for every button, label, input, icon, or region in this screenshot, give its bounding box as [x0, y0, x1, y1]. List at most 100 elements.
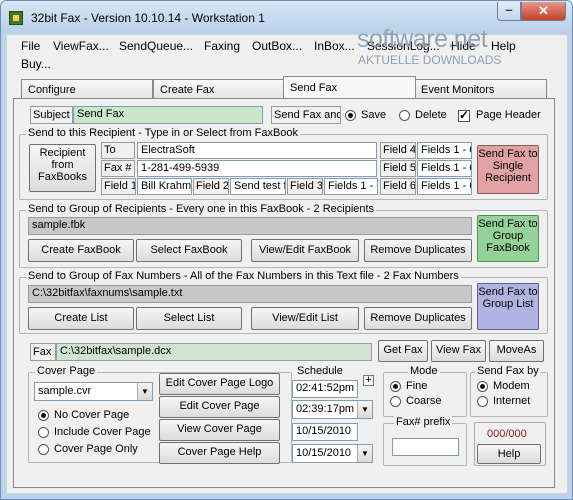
plus-icon[interactable]: +	[363, 375, 374, 386]
recipient-legend: Send to this Recipient - Type in or Sele…	[26, 127, 301, 139]
field1-label: Field 1	[101, 178, 136, 195]
fax-prefix-legend: Fax# prefix	[394, 416, 453, 428]
menu-help[interactable]: Help	[491, 39, 516, 53]
modem-radio[interactable]	[477, 381, 488, 392]
fax-number-label: Fax #	[101, 160, 135, 177]
fax-counter: 000/000	[487, 428, 527, 440]
send-fax-and-label: Send Fax and	[271, 106, 341, 124]
moveas-button[interactable]: MoveAs	[489, 340, 544, 362]
mode-legend: Mode	[408, 365, 440, 377]
menu-viewfax[interactable]: ViewFax...	[53, 39, 109, 53]
cover-page-legend: Cover Page	[35, 365, 98, 377]
subject-input[interactable]: Send Fax	[73, 106, 263, 124]
faxbook-legend: Send to Group of Recipients - Every one …	[26, 203, 377, 215]
fax-file-field: C:\32bitfax\sample.dcx	[56, 343, 372, 361]
tab-event-monitors[interactable]: Event Monitors	[414, 79, 547, 99]
schedule-date-selected: 10/15/2010	[296, 447, 352, 459]
create-list-button[interactable]: Create List	[28, 307, 134, 330]
tab-configure[interactable]: Configure	[21, 79, 153, 99]
field1-input[interactable]: Bill Krahme	[137, 178, 192, 195]
field4-label: Field 4	[380, 142, 416, 159]
fine-radio[interactable]	[390, 381, 401, 392]
select-list-button[interactable]: Select List	[136, 307, 242, 330]
cover-page-only-radio[interactable]	[38, 444, 49, 455]
menu-file[interactable]: File	[21, 39, 40, 53]
faxbook-file-field: sample.fbk	[28, 217, 472, 235]
to-input[interactable]: ElectraSoft	[137, 142, 377, 159]
send-single-recipient-button[interactable]: Send Fax to Single Recipient	[477, 145, 539, 194]
field6-input[interactable]: Fields 1 - 6	[417, 178, 472, 195]
edit-cover-page-button[interactable]: Edit Cover Page	[159, 396, 280, 418]
fax-file-label: Fax	[30, 343, 56, 361]
tab-send-fax[interactable]: Send Fax	[283, 76, 416, 100]
fine-label: Fine	[406, 380, 428, 392]
no-cover-page-radio[interactable]	[38, 410, 49, 421]
menu-faxing[interactable]: Faxing	[204, 39, 240, 53]
send-group-list-button[interactable]: Send Fax to Group List	[477, 283, 539, 330]
page-header-checkbox[interactable]	[458, 108, 470, 122]
include-cover-page-label: Include Cover Page	[54, 426, 151, 438]
internet-radio[interactable]	[477, 396, 488, 407]
no-cover-page-label: No Cover Page	[54, 409, 130, 421]
watermark-tagline: AKTUELLE DOWNLOADS	[358, 53, 502, 67]
menu-buy[interactable]: Buy...	[21, 57, 51, 71]
view-edit-list-button[interactable]: View/Edit List	[251, 307, 359, 330]
to-label: To	[101, 142, 135, 159]
menu-outbox[interactable]: OutBox...	[252, 39, 302, 53]
get-fax-button[interactable]: Get Fax	[378, 340, 428, 362]
delete-label: Delete	[415, 109, 447, 121]
delete-radio[interactable]	[399, 110, 410, 121]
schedule-time-select[interactable]: 02:39:17pm ▼	[292, 400, 373, 419]
chevron-down-icon[interactable]: ▼	[137, 383, 152, 400]
recipient-from-faxbooks-button[interactable]: Recipient from FaxBooks	[29, 144, 96, 192]
fax-number-input[interactable]: 1-281-499-5939	[137, 160, 377, 177]
save-radio[interactable]	[345, 110, 356, 121]
field3-label: Field 3	[287, 178, 323, 195]
include-cover-page-radio[interactable]	[38, 427, 49, 438]
window-title: 32bit Fax - Version 10.10.14 - Workstati…	[31, 11, 265, 25]
menu-inbox[interactable]: InBox...	[314, 39, 355, 53]
save-label: Save	[361, 109, 387, 121]
schedule-time-selected: 02:39:17pm	[296, 403, 355, 415]
schedule-date-current: 10/15/2010	[292, 423, 358, 441]
schedule-date-select[interactable]: 10/15/2010 ▼	[292, 444, 373, 463]
chevron-down-icon[interactable]: ▼	[357, 445, 372, 462]
create-faxbook-button[interactable]: Create FaxBook	[28, 239, 134, 262]
field2-input[interactable]: Send test fax	[230, 178, 286, 195]
field3-input[interactable]: Fields 1 - 6	[324, 178, 378, 195]
view-cover-page-button[interactable]: View Cover Page	[159, 419, 280, 441]
cover-page-selected: sample.cvr	[38, 385, 92, 397]
menu-sendqueue[interactable]: SendQueue...	[119, 39, 193, 53]
watermark-brand: software.net	[357, 25, 488, 53]
title-bar: 32bit Fax - Version 10.10.14 - Workstati…	[1, 1, 572, 33]
modem-label: Modem	[493, 380, 530, 392]
remove-duplicates-list-button[interactable]: Remove Duplicates	[364, 307, 472, 330]
view-edit-faxbook-button[interactable]: View/Edit FaxBook	[251, 239, 359, 262]
app-icon	[9, 11, 23, 25]
app-window: 32bit Fax - Version 10.10.14 - Workstati…	[0, 0, 573, 500]
minimize-button[interactable]: –	[497, 2, 521, 21]
cover-page-select[interactable]: sample.cvr ▼	[34, 382, 153, 401]
subject-label: Subject	[30, 106, 73, 124]
select-faxbook-button[interactable]: Select FaxBook	[136, 239, 242, 262]
field2-label: Field 2	[193, 178, 229, 195]
send-group-faxbook-button[interactable]: Send Fax to Group FaxBook	[477, 215, 539, 262]
tab-create-fax[interactable]: Create Fax	[153, 79, 285, 99]
faxnumbers-legend: Send to Group of Fax Numbers - All of th…	[26, 270, 461, 282]
remove-duplicates-faxbook-button[interactable]: Remove Duplicates	[364, 239, 472, 262]
edit-cover-page-logo-button[interactable]: Edit Cover Page Logo	[159, 373, 280, 395]
close-icon: ✕	[538, 3, 549, 18]
field5-label: Field 5	[380, 160, 416, 177]
close-button[interactable]: ✕	[521, 2, 566, 21]
cover-page-only-label: Cover Page Only	[54, 443, 138, 455]
fax-prefix-input[interactable]	[392, 438, 459, 456]
view-fax-button[interactable]: View Fax	[431, 340, 486, 362]
page-header-label: Page Header	[476, 109, 541, 121]
coarse-radio[interactable]	[390, 396, 401, 407]
chevron-down-icon[interactable]: ▼	[357, 401, 372, 418]
field4-input[interactable]: Fields 1 - 6	[417, 142, 472, 159]
field5-input[interactable]: Fields 1 - 6	[417, 160, 472, 177]
help-button[interactable]: Help	[477, 444, 541, 464]
send-fax-panel: Subject Send Fax Send Fax and Save Delet…	[13, 98, 555, 488]
cover-page-help-button[interactable]: Cover Page Help	[159, 442, 280, 464]
